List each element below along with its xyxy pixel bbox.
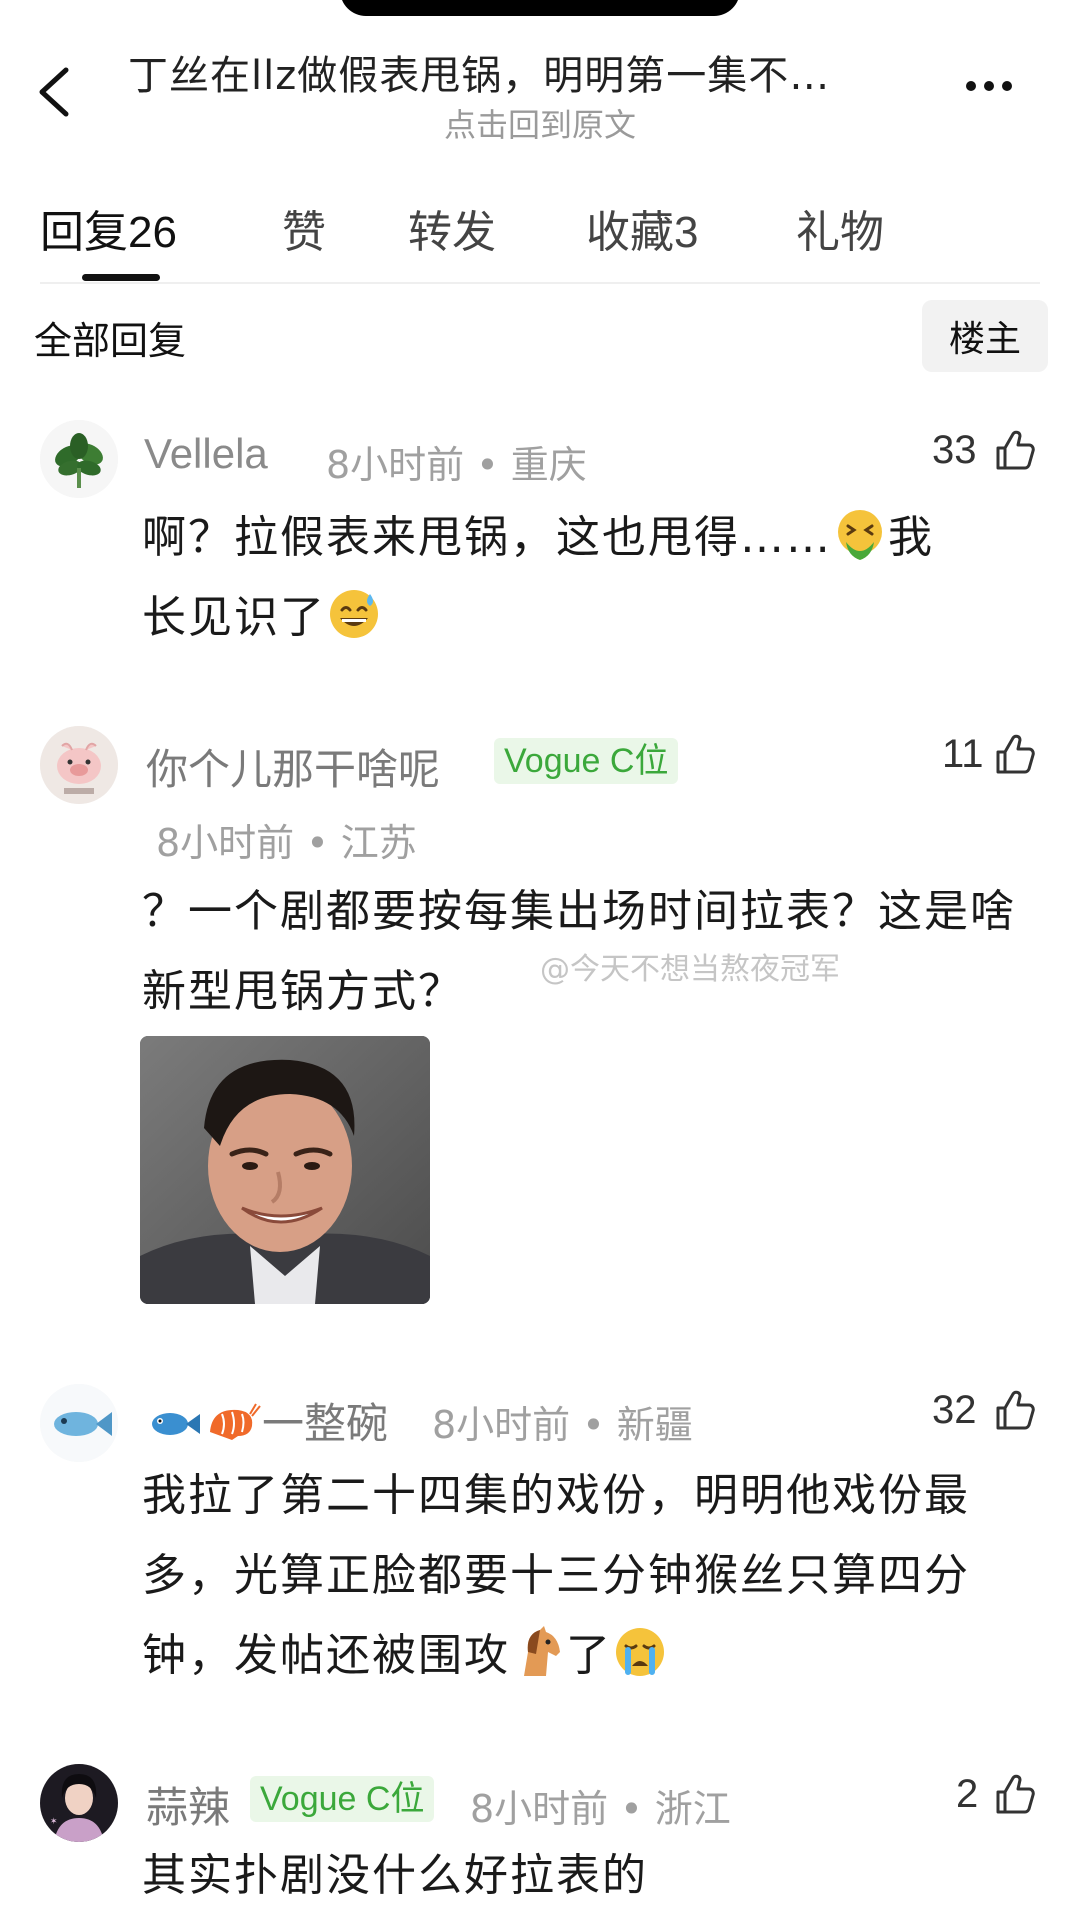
comment-image[interactable] <box>140 1036 430 1304</box>
comment-meta: 8小时前 • 浙江 <box>470 1787 731 1831</box>
tab-bar: 回复26 赞 转发 收藏3 礼物 <box>0 196 1080 286</box>
like-count: 2 <box>956 1772 979 1816</box>
avatar[interactable] <box>40 420 118 498</box>
like-count: 33 <box>932 428 977 472</box>
fish-emoji-icon <box>152 1413 200 1435</box>
back-to-original-link[interactable]: 点击回到原文 <box>0 100 1080 146</box>
girl-avatar-icon: ✶ <box>40 1764 118 1842</box>
tab-favorites[interactable]: 收藏3 <box>586 196 698 260</box>
svg-text:✶: ✶ <box>50 1817 58 1827</box>
avatar[interactable]: ✶ <box>40 1764 118 1842</box>
leaf-avatar-icon <box>40 420 118 498</box>
vogue-badge: Vogue C位 <box>250 1776 435 1822</box>
all-replies-label: 全部回复 <box>34 319 187 363</box>
tab-gifts[interactable]: 礼物 <box>796 196 884 260</box>
vogue-badge: Vogue C位 <box>494 738 679 784</box>
tab-likes[interactable]: 赞 <box>282 196 326 260</box>
crying-emoji-icon <box>616 1628 664 1676</box>
pig-avatar-icon <box>40 726 118 804</box>
tab-replies[interactable]: 回复26 <box>40 196 177 260</box>
thumbs-up-icon[interactable] <box>992 732 1036 776</box>
vomit-emoji-icon <box>838 510 882 560</box>
comment-meta: 8小时前 • 江苏 <box>156 821 417 865</box>
horse-emoji-icon <box>524 1626 560 1676</box>
comment-username[interactable]: 你个儿那干啥呢 <box>146 736 440 797</box>
comment-text: 我拉了第二十四集的戏份，明明他戏份最多，光算正脸都要十三分钟猴丝只算四分钟，发帖… <box>142 1470 970 1681</box>
shrimp-emoji-icon <box>210 1403 261 1440</box>
post-title[interactable]: 丁丝在llz做假表甩锅，明明第一集不… <box>128 48 958 104</box>
more-options-button[interactable] <box>966 76 1026 100</box>
like-count: 32 <box>932 1388 977 1432</box>
divider <box>40 282 1040 284</box>
comment-meta: 8小时前 • 新疆 <box>432 1403 693 1447</box>
thumbs-up-icon[interactable] <box>992 1772 1036 1816</box>
watermark: @今天不想当熬夜冠军 <box>540 952 840 987</box>
active-tab-indicator <box>82 274 160 281</box>
sweat-smile-emoji-icon <box>330 590 378 638</box>
avatar[interactable] <box>40 1384 118 1462</box>
comment-text: 其实扑剧没什么好拉表的 <box>142 1850 648 1901</box>
comment-username[interactable]: 蒜辣 <box>146 1774 230 1835</box>
thumbs-up-icon[interactable] <box>992 1388 1036 1432</box>
like-count: 11 <box>942 732 984 776</box>
camera-notch <box>340 0 740 16</box>
comment-username[interactable]: Vellela <box>144 430 268 478</box>
comment-text: 啊？拉假表来甩锅，这也甩得…… 我 长见识了 <box>142 498 1042 658</box>
comment-meta: 8小时前 • 重庆 <box>326 443 587 487</box>
thumbs-up-icon[interactable] <box>992 428 1036 472</box>
tab-reposts[interactable]: 转发 <box>408 196 496 260</box>
owner-only-button[interactable]: 楼主 <box>922 300 1048 372</box>
comment-username[interactable]: 一整碗 <box>146 1390 388 1451</box>
fish-avatar-icon <box>40 1384 118 1462</box>
more-dots-icon <box>966 81 976 91</box>
avatar[interactable] <box>40 726 118 804</box>
smiling-man-photo <box>140 1036 430 1304</box>
